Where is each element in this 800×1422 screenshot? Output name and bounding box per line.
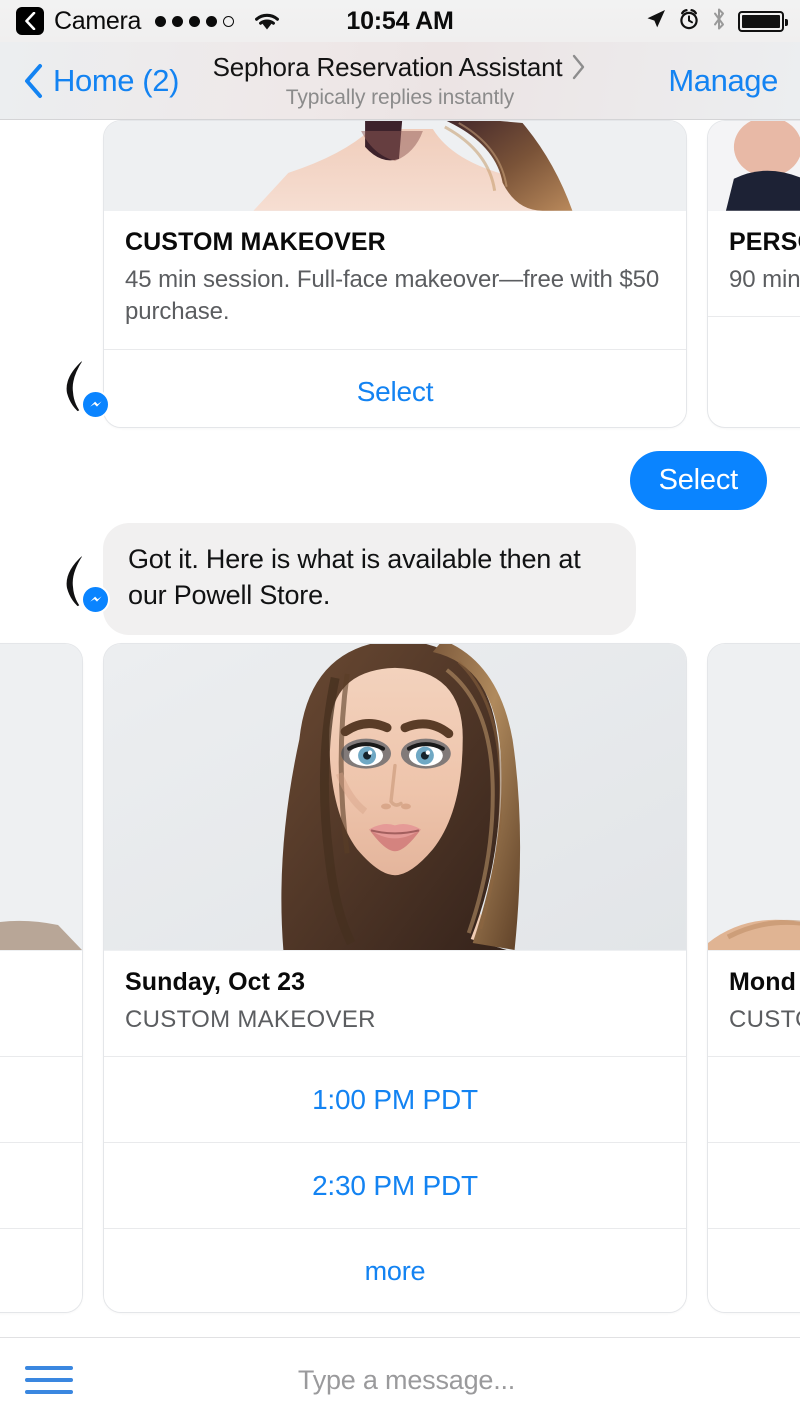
alarm-clock-icon	[678, 8, 700, 35]
service-card-subtitle: 90 min persona	[729, 265, 800, 293]
status-bar-left: Camera	[16, 7, 282, 36]
timeslot-more-button[interactable]	[0, 1228, 82, 1312]
bluetooth-icon	[711, 7, 727, 36]
wifi-icon	[252, 10, 282, 32]
chat-nav-header: Home (2) Sephora Reservation Assistant T…	[0, 42, 800, 120]
service-card-image	[708, 121, 800, 211]
timeslot-carousel[interactable]: Sunday, Oct 23 CUSTOM MAKEOVER 1:00 PM P…	[0, 643, 800, 1313]
cosmetic-products-photo	[708, 121, 800, 211]
timeslot-card-image	[0, 644, 82, 951]
blank-placeholder-image	[0, 644, 82, 950]
hamburger-menu-icon[interactable]	[25, 1366, 73, 1394]
status-back-app-label: Camera	[54, 6, 142, 35]
service-card-custom-makeover[interactable]: CUSTOM MAKEOVER 45 min session. Full-fac…	[103, 120, 687, 428]
service-card-subtitle: 45 min session. Full-face makeover—free …	[125, 265, 660, 326]
timeslot-option-1[interactable]	[708, 1056, 800, 1143]
cellular-signal-dots	[155, 15, 235, 27]
message-composer	[0, 1337, 800, 1422]
bot-message-bubble: Got it. Here is what is available then a…	[103, 523, 636, 635]
timeslot-card-service	[0, 1004, 61, 1036]
bot-avatar-message[interactable]	[33, 550, 119, 614]
timeslot-card-sunday-oct-23[interactable]: Sunday, Oct 23 CUSTOM MAKEOVER 1:00 PM P…	[103, 643, 687, 1313]
chevron-left-icon	[25, 12, 36, 30]
timeslot-card-service: CUSTO	[729, 1005, 800, 1033]
service-card-body: CUSTOM MAKEOVER 45 min session. Full-fac…	[104, 211, 686, 349]
woman-neck-and-shoulders-photo	[104, 121, 686, 211]
service-card-image	[104, 121, 686, 211]
messenger-badge-icon	[81, 585, 110, 614]
chevron-right-icon	[573, 54, 585, 80]
timeslot-card-previous[interactable]	[0, 643, 83, 1313]
status-bar-right	[645, 7, 788, 36]
battery-full-icon	[738, 10, 788, 32]
bot-avatar-top[interactable]	[33, 355, 119, 419]
timeslot-option-1[interactable]	[0, 1056, 82, 1143]
service-card-select-button[interactable]: Select	[104, 348, 686, 427]
service-card-select-button[interactable]	[708, 316, 800, 403]
user-message-bubble: Select	[629, 451, 767, 510]
manage-button[interactable]: Manage	[668, 63, 800, 99]
messenger-badge-icon	[81, 390, 110, 419]
timeslot-option-2[interactable]	[708, 1142, 800, 1229]
timeslot-card-body: Mond CUSTO	[708, 951, 800, 1057]
timeslot-card-date: Sunday, Oct 23	[125, 968, 306, 996]
location-arrow-icon	[645, 8, 667, 35]
service-carousel[interactable]: CUSTOM MAKEOVER 45 min session. Full-fac…	[0, 120, 800, 435]
message-thread[interactable]: CUSTOM MAKEOVER 45 min session. Full-fac…	[0, 120, 800, 1337]
ios-status-bar: Camera 10:54 AM	[0, 0, 800, 42]
service-card-personal-shopping[interactable]: PERSO 90 min persona	[707, 120, 800, 428]
chat-profile-link[interactable]: Sephora Reservation Assistant	[213, 52, 588, 83]
timeslot-option-1[interactable]: 1:00 PM PDT	[104, 1056, 686, 1143]
messenger-chat-screen: Camera 10:54 AM Home (2) Sephora Reserva…	[0, 0, 800, 1422]
message-input[interactable]	[73, 1364, 800, 1396]
service-card-body: PERSO 90 min persona	[708, 211, 800, 317]
chat-title: Sephora Reservation Assistant	[212, 51, 563, 82]
timeslot-option-2[interactable]	[0, 1142, 82, 1229]
timeslot-card-image	[708, 644, 800, 951]
timeslot-card-service: CUSTOM MAKEOVER	[125, 1005, 376, 1033]
timeslot-more-button[interactable]	[708, 1228, 800, 1312]
model-portrait-photo	[708, 644, 800, 950]
timeslot-more-button[interactable]: more	[104, 1228, 686, 1312]
timeslot-card-date	[0, 968, 61, 997]
status-back-to-app-button[interactable]	[16, 7, 44, 35]
service-card-title: PERSO	[729, 228, 800, 256]
service-card-title: CUSTOM MAKEOVER	[125, 228, 386, 256]
timeslot-card-body	[0, 951, 82, 1057]
model-portrait-with-smoky-eye-makeup-photo	[104, 644, 686, 950]
timeslot-card-image	[104, 644, 686, 951]
timeslot-card-body: Sunday, Oct 23 CUSTOM MAKEOVER	[104, 951, 686, 1057]
timeslot-card-monday[interactable]: Mond CUSTO	[707, 643, 800, 1313]
timeslot-option-2[interactable]: 2:30 PM PDT	[104, 1142, 686, 1229]
timeslot-card-date: Mond	[729, 968, 797, 996]
